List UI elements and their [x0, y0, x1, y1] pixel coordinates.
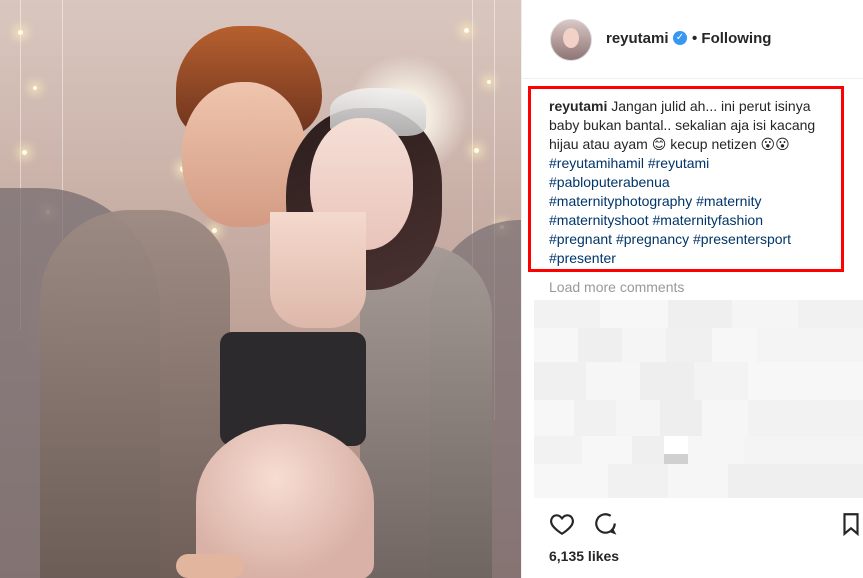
profile-username[interactable]: reyutami: [606, 30, 669, 47]
hand: [176, 554, 244, 578]
load-more-comments[interactable]: Load more comments: [549, 279, 684, 295]
hashtag[interactable]: #pabloputerabenua: [549, 174, 670, 190]
following-button[interactable]: • Following: [692, 30, 771, 47]
post-sidebar: reyutami ✓ • Following reyutami Jangan j…: [521, 0, 863, 578]
post-actions: [522, 505, 863, 545]
mosaic-cell: [666, 328, 712, 362]
hashtag[interactable]: #maternityshoot: [549, 212, 649, 228]
fairy-light: [212, 228, 217, 233]
mosaic-cell: [534, 300, 600, 328]
blurred-comments: [534, 300, 863, 498]
mosaic-cell: [728, 464, 863, 498]
fairy-light: [22, 150, 27, 155]
post-header: reyutami ✓ • Following: [522, 0, 863, 79]
mosaic-cell: [757, 328, 863, 362]
mosaic-cell: [798, 300, 863, 328]
likes-count[interactable]: 6,135 likes: [549, 548, 619, 564]
mosaic-cell: [640, 362, 694, 400]
mosaic-cell: [744, 436, 863, 464]
verified-badge-icon: ✓: [673, 31, 687, 45]
comment-icon[interactable]: [593, 511, 619, 537]
hashtag[interactable]: #maternityfashion: [653, 212, 764, 228]
mosaic-cell: [608, 464, 668, 498]
hashtag[interactable]: #presenter: [549, 250, 616, 266]
fur-wrap-right: [360, 245, 492, 578]
avatar[interactable]: [550, 19, 592, 61]
mosaic-cell: [616, 400, 660, 436]
hashtag[interactable]: #presentersport: [693, 231, 791, 247]
mosaic-cell: [578, 328, 622, 362]
post-photo: [0, 0, 521, 578]
mosaic-cell: [748, 362, 863, 400]
mosaic-cell: [586, 362, 640, 400]
mosaic-cell: [534, 436, 582, 464]
bookmark-icon[interactable]: [838, 511, 863, 537]
woman-neck: [270, 212, 366, 328]
caption-username[interactable]: reyutami: [549, 98, 607, 114]
caption-highlight: reyutami Jangan julid ah... ini perut is…: [528, 86, 844, 272]
mosaic-cell: [712, 328, 757, 362]
hashtag[interactable]: #pregnancy: [616, 231, 689, 247]
mosaic-cell: [534, 464, 608, 498]
mosaic-cell: [732, 300, 798, 328]
hashtag[interactable]: #maternityphotography: [549, 193, 692, 209]
mosaic-cell: [702, 400, 748, 436]
heart-icon[interactable]: [549, 511, 575, 537]
mosaic-cell: [668, 300, 732, 328]
mosaic-cell: [534, 328, 578, 362]
mosaic-cell: [694, 362, 748, 400]
hashtag[interactable]: #reyutami: [648, 155, 709, 171]
fairy-light: [474, 148, 479, 153]
avatar-face: [563, 28, 579, 48]
mosaic-cell: [632, 436, 664, 464]
fairy-light: [33, 86, 37, 90]
hashtag[interactable]: #pregnant: [549, 231, 612, 247]
caption-text: reyutami Jangan julid ah... ini perut is…: [549, 97, 827, 268]
mosaic-cell: [688, 436, 744, 464]
mosaic-cell: [660, 400, 702, 436]
mosaic-cell: [668, 464, 728, 498]
hashtag[interactable]: #maternity: [696, 193, 761, 209]
mosaic-cell: [574, 400, 616, 436]
mosaic-cell: [534, 362, 586, 400]
fairy-light: [464, 28, 469, 33]
mosaic-cell: [600, 300, 668, 328]
hashtag[interactable]: #reyutamihamil: [549, 155, 644, 171]
mosaic-cell: [534, 400, 574, 436]
fairy-light: [487, 80, 491, 84]
mosaic-cell: [622, 328, 666, 362]
mosaic-cell: [748, 400, 863, 436]
mosaic-cell: [582, 436, 632, 464]
fairy-light: [18, 30, 23, 35]
